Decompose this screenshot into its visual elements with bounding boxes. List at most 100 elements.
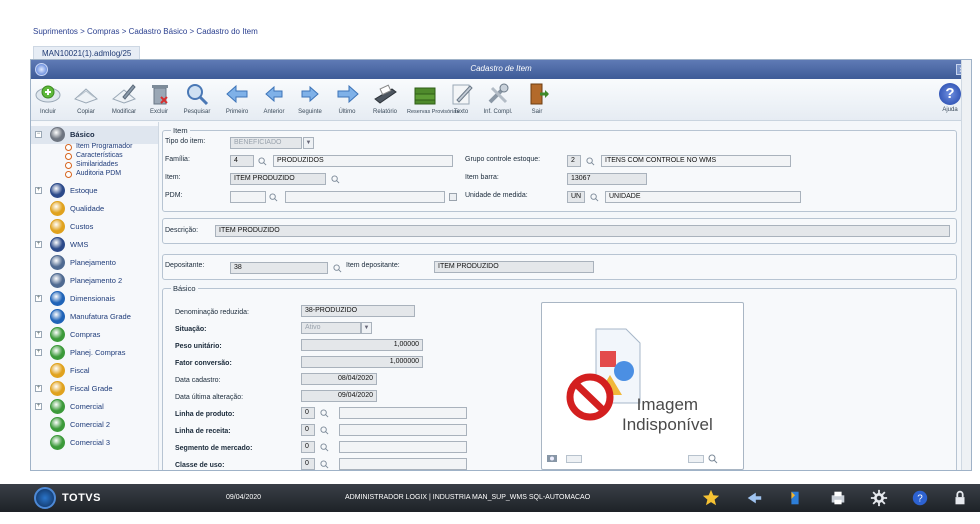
descricao-group: Descrição: ITEM PRODUZIDO (162, 218, 957, 244)
sidebar-item-2[interactable]: Qualidade (31, 200, 158, 218)
bookmark-icon[interactable] (786, 489, 804, 507)
text-button[interactable]: Texto (449, 81, 473, 115)
peso-field[interactable]: 1,00000 (301, 339, 423, 351)
vertical-scrollbar[interactable] (961, 60, 971, 470)
previous-button[interactable]: Anterior (257, 81, 291, 115)
sidebar: − Básico Item Programador Características Si… (31, 122, 159, 470)
help-button[interactable]: ? Ajuda (939, 83, 961, 113)
tree-expander-icon[interactable]: + (35, 331, 42, 338)
denominacao-field[interactable]: 38-PRODUZIDO (301, 305, 415, 317)
sidebar-item-4[interactable]: + WMS (31, 236, 158, 254)
next-button[interactable]: Seguinte (293, 81, 327, 115)
sidebar-item-1[interactable]: + Estoque (31, 182, 158, 200)
last-button[interactable]: Último (335, 81, 359, 115)
sidebar-item-13[interactable]: + Comercial (31, 398, 158, 416)
delete-icon (152, 85, 168, 105)
sidebar-item-6[interactable]: Planejamento 2 (31, 272, 158, 290)
sidebar-item-label: Comercial (70, 402, 104, 411)
tree-expander-icon[interactable]: + (35, 241, 42, 248)
lock-icon[interactable] (951, 489, 969, 507)
image-prev-button[interactable] (566, 455, 582, 463)
search-icon[interactable] (320, 426, 329, 435)
chevron-down-icon[interactable]: ▼ (361, 322, 372, 334)
sidebar-item-11[interactable]: Fiscal (31, 362, 158, 380)
tree-expander-icon[interactable]: + (35, 295, 42, 302)
help-icon[interactable]: ? (911, 489, 929, 507)
text-icon (452, 84, 473, 105)
descricao-field[interactable]: ITEM PRODUZIDO (215, 225, 950, 237)
descricao-label: Descrição: (165, 227, 199, 234)
sidebar-item-14[interactable]: Comercial 2 (31, 416, 158, 434)
include-button[interactable]: Incluir (35, 81, 61, 115)
item-barra-field[interactable]: 13067 (567, 173, 647, 185)
search-button[interactable]: Pesquisar (181, 81, 213, 115)
sidebar-item-7[interactable]: + Dimensionais (31, 290, 158, 308)
linha-receita-field[interactable]: 0 (301, 424, 315, 436)
delete-button[interactable]: Excluir (147, 81, 171, 115)
sidebar-item-12[interactable]: + Fiscal Grade (31, 380, 158, 398)
grupo-desc-field: ITENS COM CONTROLE NO WMS (601, 155, 791, 167)
sidebar-item-15[interactable]: Comercial 3 (31, 434, 158, 452)
segmento-field[interactable]: 0 (301, 441, 315, 453)
search-icon[interactable] (320, 443, 329, 452)
image-next-button[interactable] (688, 455, 704, 463)
modify-button[interactable]: Modificar (107, 81, 141, 115)
camera-icon[interactable] (546, 453, 558, 463)
module-icon (50, 309, 65, 324)
sidebar-item-9[interactable]: + Compras (31, 326, 158, 344)
copy-button[interactable]: Copiar (71, 81, 101, 115)
copy-icon (74, 88, 98, 104)
star-icon[interactable] (702, 489, 720, 507)
alteracao-field: 09/04/2020 (301, 390, 377, 402)
tree-expander-icon[interactable]: + (35, 403, 42, 410)
tree-expander-icon[interactable]: − (35, 131, 42, 138)
exit-button[interactable]: Sair (525, 81, 549, 115)
tree-expander-icon[interactable]: + (35, 385, 42, 392)
sidebar-item-0[interactable]: − Básico (31, 126, 158, 144)
sidebar-item-8[interactable]: Manufatura Grade (31, 308, 158, 326)
situacao-select[interactable]: Ativo (301, 322, 361, 334)
depositante-field[interactable]: 38 (230, 262, 328, 274)
pdm-field[interactable] (230, 191, 266, 203)
back-arrow-icon[interactable] (745, 489, 763, 507)
next-label: Seguinte (298, 109, 322, 115)
search-icon[interactable] (320, 409, 329, 418)
delete-label: Excluir (149, 109, 168, 115)
tree-expander-icon[interactable]: + (35, 349, 42, 356)
fator-field[interactable]: 1,000000 (301, 356, 423, 368)
grupo-code-field[interactable]: 2 (567, 155, 581, 167)
reservations-button[interactable]: Reservas Provisórias (407, 81, 459, 115)
sidebar-subitem-label: Características (76, 152, 123, 159)
session-tab[interactable]: MAN10021(1).admlog/25 (33, 46, 141, 60)
tree-expander-icon[interactable]: + (35, 187, 42, 194)
search-icon[interactable] (586, 157, 595, 166)
sidebar-item-3[interactable]: Custos (31, 218, 158, 236)
sidebar-subitem-label: Auditoria PDM (76, 170, 122, 177)
additional-info-button[interactable]: Inf. Compl. (481, 81, 515, 115)
search-icon[interactable] (320, 460, 329, 469)
first-button[interactable]: Primeiro (221, 81, 253, 115)
chevron-down-icon[interactable]: ▼ (303, 137, 314, 149)
search-icon[interactable] (331, 175, 340, 184)
unidade-code-field[interactable]: UN (567, 191, 585, 203)
tipo-select[interactable]: BENEFICIADO (230, 137, 302, 149)
sidebar-item-5[interactable]: Planejamento (31, 254, 158, 272)
search-icon[interactable] (269, 193, 278, 202)
gear-icon[interactable] (870, 489, 888, 507)
grupo-label: Grupo controle estoque: (465, 156, 541, 163)
pdm-checkbox[interactable] (449, 193, 457, 201)
item-depositante-field[interactable]: ITEM PRODUZIDO (434, 261, 594, 273)
report-button[interactable]: Relatório (369, 81, 401, 115)
item-field[interactable]: ITEM PRODUZIDO (230, 173, 326, 185)
search-icon[interactable] (333, 264, 342, 273)
linha-produto-field[interactable]: 0 (301, 407, 315, 419)
classe-field[interactable]: 0 (301, 458, 315, 470)
printer-icon[interactable] (829, 489, 847, 507)
sidebar-item-label: Planejamento 2 (70, 276, 123, 285)
first-icon (226, 84, 248, 104)
zoom-icon[interactable] (708, 454, 718, 464)
search-icon[interactable] (590, 193, 599, 202)
search-icon[interactable] (258, 157, 267, 166)
familia-code-field[interactable]: 4 (230, 155, 254, 167)
sidebar-item-10[interactable]: + Planej. Compras (31, 344, 158, 362)
